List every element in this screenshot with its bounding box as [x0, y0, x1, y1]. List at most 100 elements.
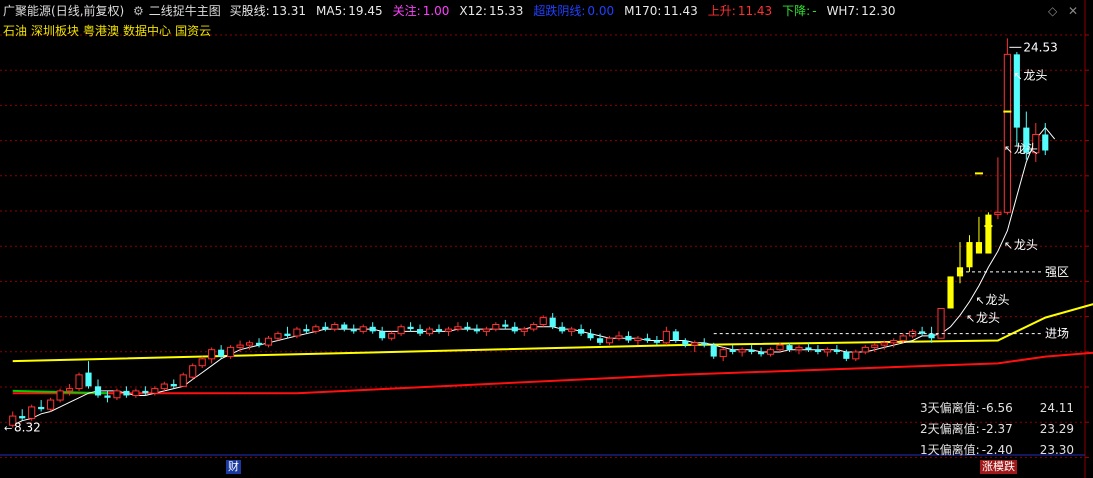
high-price-label: 24.53 [1023, 40, 1057, 54]
concept-tag[interactable]: 石油 [3, 24, 27, 38]
candle-body [208, 349, 216, 360]
concept-tag[interactable]: 数据中心 [123, 24, 171, 38]
deviation-row: 2天偏离值: -2.37 23.29 [920, 419, 1074, 440]
candle-body [94, 386, 102, 396]
indicator-label: 买股线: [229, 4, 270, 18]
indicator-value: 11.43 [737, 4, 773, 18]
candle-body [142, 390, 149, 394]
concept-tag[interactable]: 粤港澳 [83, 24, 119, 38]
candle-body [766, 349, 775, 355]
candle-body [56, 390, 64, 401]
candle-body [151, 388, 159, 394]
indicator-item: WH7: 12.30 [827, 4, 901, 18]
candle-body [738, 349, 746, 353]
candle-body [691, 342, 699, 346]
candle-body [890, 340, 898, 344]
candle-body [823, 349, 831, 353]
candle-body [359, 326, 367, 332]
candle-body [189, 365, 197, 378]
deviation-label: 2天偏离值: [920, 422, 980, 436]
dragon-arrow: ↖ [1004, 143, 1013, 156]
candle-body [160, 383, 168, 390]
candle-body [47, 399, 55, 410]
candle-body [379, 331, 386, 339]
candle-body [28, 406, 36, 419]
stock-name[interactable]: 广聚能源 [3, 4, 51, 18]
candle-body [179, 374, 187, 387]
candle-body [653, 340, 660, 343]
candle-body [350, 329, 357, 332]
candle-body [416, 329, 424, 334]
deviation-price: 24.11 [1039, 401, 1075, 415]
dragon-label: 龙头 [1023, 69, 1047, 83]
indicator-label: WH7: [826, 4, 860, 18]
candle-body [596, 338, 604, 343]
chart-window: { "header": { "stock_name": "广聚能源", "per… [0, 0, 1093, 478]
concept-tag[interactable]: 国资云 [175, 24, 211, 38]
candle-body [388, 333, 396, 339]
dragon-label: 龙头 [985, 293, 1009, 307]
candle-body [776, 344, 784, 351]
indicator-value: - [812, 4, 817, 18]
candle-body [748, 349, 755, 352]
formula-name[interactable]: 二线捉牛主图 [149, 4, 221, 18]
deviation-row: 1天偏离值: -2.40 23.30 [920, 440, 1074, 461]
candle-body [38, 406, 45, 410]
candle-body [464, 326, 471, 330]
candle-body [245, 342, 254, 346]
indicator-item: X12: 15.33 [459, 4, 528, 18]
deviation-value: -2.37 [981, 422, 1013, 436]
candle-body [264, 337, 273, 346]
deviation-label: 3天偏离值: [920, 401, 980, 415]
candle-body [236, 344, 244, 348]
candle-body [341, 324, 348, 330]
close-icon[interactable]: ✕ [1068, 4, 1078, 18]
candle-body [482, 328, 490, 332]
candle-body [758, 351, 765, 355]
entry-label: 进场 [1045, 327, 1069, 341]
candle-body [587, 333, 594, 339]
indicator-item: MA5: 19.45 [316, 4, 388, 18]
candle-body [672, 331, 679, 341]
dragon-label: 龙头 [1014, 142, 1038, 156]
candle-body [1042, 134, 1049, 151]
period-label[interactable]: (日线,前复权) [51, 4, 124, 18]
settings-icon[interactable]: ⚙︎ [133, 4, 144, 18]
diamond-icon[interactable]: ◇ [1048, 4, 1057, 18]
indicator-value: 19.45 [348, 4, 383, 18]
candle-body [975, 242, 983, 254]
candle-body [549, 317, 556, 327]
candle-body [786, 345, 793, 350]
low-price-label: 8.32 [14, 421, 41, 435]
candle-body [530, 324, 538, 330]
candle-body [1003, 53, 1011, 213]
candle-body [539, 317, 547, 326]
finance-tag[interactable]: 财 [226, 460, 241, 474]
candle-body [255, 342, 263, 346]
candle-body [559, 326, 566, 332]
candle-body [454, 326, 462, 330]
candle-body [322, 326, 329, 330]
candle-body [369, 326, 376, 332]
candle-body [605, 337, 614, 344]
indicator-item: M170: 11.43 [624, 4, 703, 18]
candle-body [719, 349, 727, 358]
deviation-row: 3天偏离值: -6.56 24.11 [920, 398, 1074, 419]
indicator-label: MA5: [316, 4, 347, 18]
candle-body [871, 344, 879, 348]
limit-tag[interactable]: 涨模跌 [980, 460, 1017, 474]
indicator-item: 下降: - [782, 4, 821, 18]
dragon-label: 龙头 [976, 311, 1000, 325]
dragon-arrow: ↖ [975, 294, 984, 307]
indicator-label: 超跌阴线: [533, 4, 586, 18]
indicator-label: X12: [459, 4, 487, 18]
indicator-label: 下降: [782, 4, 811, 18]
deviation-value: -6.56 [981, 401, 1013, 415]
indicator-header: 广聚能源(日线,前复权) ⚙︎ 二线捉牛主图 买股线: 13.31 MA5: 19.45… [3, 3, 911, 19]
candle-body [397, 326, 405, 335]
dragon-arrow: ↖ [1004, 239, 1013, 252]
candle-body [710, 345, 717, 357]
candle-body [662, 330, 670, 344]
candle-body [625, 335, 632, 341]
concept-tag[interactable]: 深圳板块 [31, 24, 79, 38]
